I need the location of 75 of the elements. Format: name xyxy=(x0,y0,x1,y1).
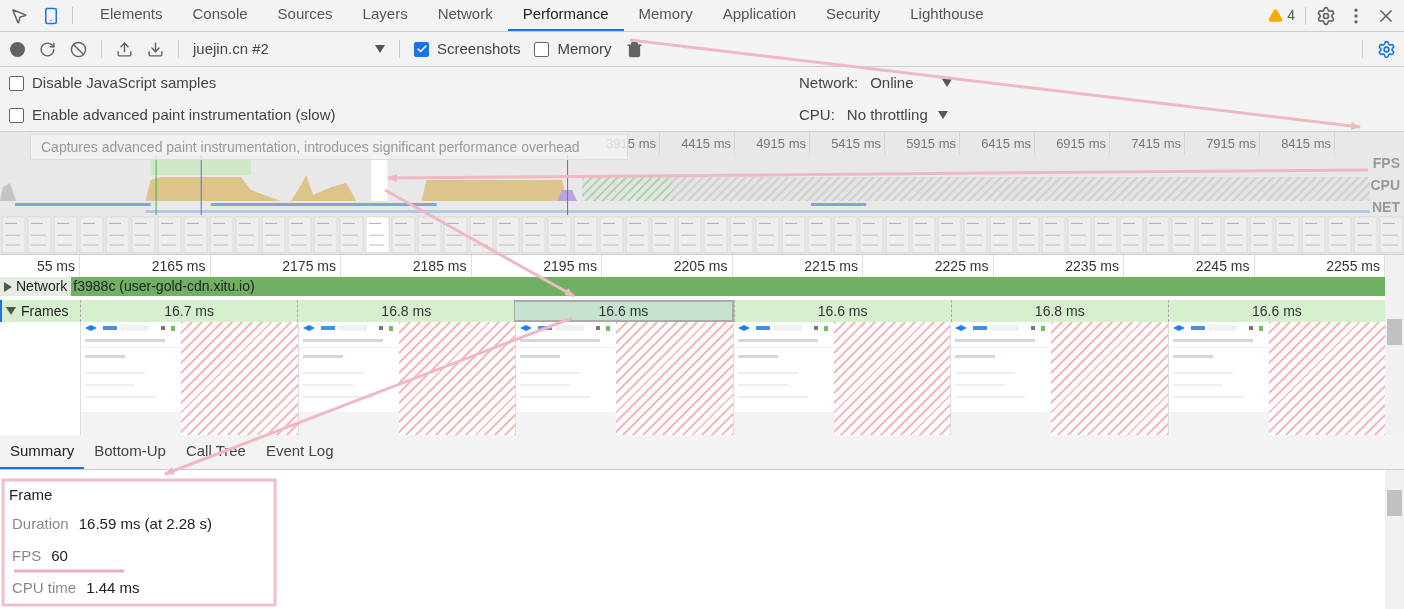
reload-icon[interactable] xyxy=(39,40,56,58)
ruler-label: 2225 ms xyxy=(934,256,989,276)
ruler-label: 7415 ms xyxy=(1131,134,1181,153)
detail-tab[interactable]: Bottom-Up xyxy=(84,435,176,469)
dropdown-icon xyxy=(937,111,948,119)
inspect-icon[interactable] xyxy=(10,6,28,25)
warning-button[interactable]: 4 xyxy=(1268,5,1295,26)
panel-tab[interactable]: Application xyxy=(707,0,812,31)
summary-title: Frame xyxy=(9,485,54,505)
checkbox-label[interactable]: Enable advanced paint instrumentation (slow) xyxy=(32,103,336,127)
checkbox[interactable] xyxy=(534,41,550,57)
checkbox[interactable] xyxy=(9,107,24,123)
ruler-label: 8415 ms xyxy=(1281,134,1331,153)
network-label: Network: xyxy=(799,72,859,93)
summary-value: 1.44 ms xyxy=(86,578,140,599)
ruler-label: 2255 ms xyxy=(1326,256,1380,276)
detail-tab[interactable]: Event Log xyxy=(255,435,344,469)
ruler-label: 4415 ms xyxy=(681,134,731,153)
summary-value: 16.59 ms (at 2.28 s) xyxy=(78,514,213,535)
checkbox-label[interactable]: Memory xyxy=(557,37,612,61)
device-icon[interactable] xyxy=(42,6,60,25)
dropdown-icon xyxy=(375,45,385,53)
upload-icon[interactable] xyxy=(116,40,133,58)
ruler-label: 2165 ms xyxy=(151,256,206,276)
download-icon[interactable] xyxy=(147,40,164,58)
checkbox-label[interactable]: Screenshots xyxy=(437,37,521,61)
scrollbar[interactable] xyxy=(1385,255,1404,435)
ruler-label: 4915 ms xyxy=(756,134,806,153)
network-request[interactable]: f3988c (user-gold-cdn.xitu.io) xyxy=(71,276,255,297)
cpu-select[interactable]: No throttling xyxy=(846,103,948,127)
warning-icon xyxy=(1268,8,1284,23)
ruler-label: 2195 ms xyxy=(543,256,597,276)
summary-label: FPS xyxy=(12,546,42,567)
ruler-label: 6415 ms xyxy=(981,134,1031,153)
checkbox[interactable] xyxy=(9,75,24,91)
trash-icon[interactable] xyxy=(625,40,643,58)
ruler-label: 5415 ms xyxy=(831,134,881,153)
panel-tab[interactable]: Security xyxy=(811,0,896,31)
panel-tab[interactable]: Console xyxy=(177,0,263,31)
settings-icon[interactable] xyxy=(1316,5,1336,26)
ruler-label: 5915 ms xyxy=(906,134,956,153)
panel-tab[interactable]: Elements xyxy=(85,0,178,31)
ruler-label: 2245 ms xyxy=(1195,256,1250,276)
panel-tab[interactable]: Lighthouse xyxy=(895,0,999,31)
panel-tab[interactable]: Performance xyxy=(507,0,624,31)
summary-value: 60 xyxy=(51,546,68,567)
target-select[interactable]: juejin.cn #2 xyxy=(193,37,385,61)
track-label: NET xyxy=(1372,199,1400,214)
panel-tab[interactable]: Network xyxy=(422,0,508,31)
network-select[interactable]: Online xyxy=(870,71,952,95)
scrollbar[interactable] xyxy=(1385,470,1404,609)
panel-tab[interactable]: Sources xyxy=(262,0,348,31)
track-label: FPS xyxy=(1372,155,1400,170)
track-label: CPU xyxy=(1370,177,1400,192)
frame-bar[interactable]: 16.6 ms xyxy=(514,300,734,322)
ruler-label: 2175 ms xyxy=(282,256,336,276)
ruler-label: 2215 ms xyxy=(804,256,858,276)
clear-icon[interactable] xyxy=(70,40,87,58)
record-icon[interactable] xyxy=(10,41,25,57)
settings-icon[interactable] xyxy=(1377,39,1396,59)
summary-label: Duration xyxy=(12,514,69,535)
ruler-label: 55 ms xyxy=(36,256,75,276)
ruler-label: 7915 ms xyxy=(1206,134,1256,153)
ruler-label: 2235 ms xyxy=(1065,256,1119,276)
checkbox[interactable] xyxy=(414,41,429,57)
network-track-toggle[interactable]: Network xyxy=(0,277,72,296)
ruler-label: 6915 ms xyxy=(1056,134,1106,153)
panel-tab[interactable]: Layers xyxy=(347,0,423,31)
summary-label: CPU time xyxy=(12,578,77,599)
checkbox-label[interactable]: Disable JavaScript samples xyxy=(32,71,217,95)
panel-tab[interactable]: Memory xyxy=(623,0,708,31)
ruler-label: 2205 ms xyxy=(673,256,728,276)
cpu-label: CPU: xyxy=(799,104,835,125)
dropdown-icon xyxy=(941,79,952,87)
ruler-label: 2185 ms xyxy=(412,256,467,276)
